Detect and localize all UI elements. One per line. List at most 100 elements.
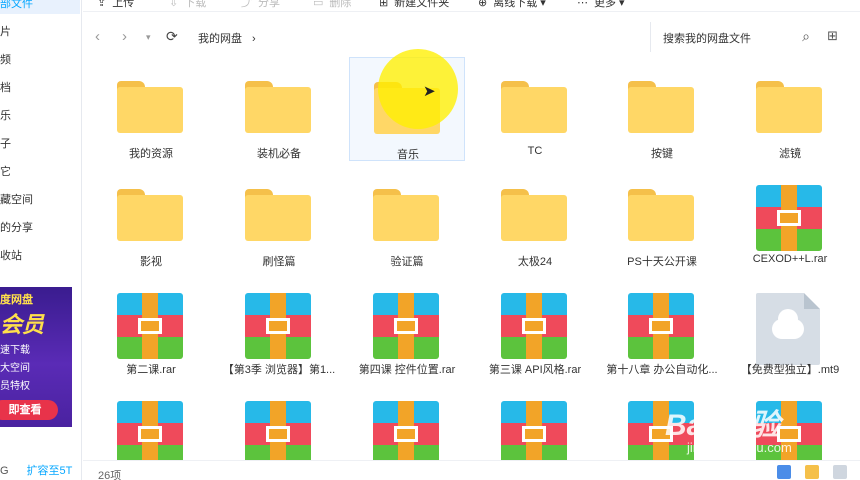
file-item[interactable]: 【第3季 浏览器】第1... (221, 273, 337, 377)
folder-icon (245, 185, 311, 251)
cloud-file-icon (756, 293, 822, 365)
file-name: PS十天公开课 (627, 256, 697, 268)
file-name: 我的资源 (129, 148, 173, 160)
new-folder-button[interactable]: ⊞ 新建文件夹 (379, 0, 449, 10)
sidebar-item-images[interactable]: 片 (0, 22, 80, 42)
file-name: 第三课 API风格.rar (488, 364, 582, 376)
globe-icon: ⊕ (478, 0, 488, 9)
file-item[interactable]: 第二课.rar (93, 273, 209, 377)
banner-view-button[interactable]: 即查看 (0, 400, 58, 420)
sidebar-item-recycle-bin[interactable]: 收站 (0, 246, 80, 266)
folder-icon (628, 77, 694, 143)
vip-promo-banner[interactable]: 度网盘 会员 速下载 大空间 员特权 即查看 (0, 287, 72, 427)
breadcrumb-root[interactable]: 我的网盘 (198, 33, 242, 45)
file-name: 【免费型独立】.mt9 (740, 364, 840, 376)
search-box[interactable]: 搜索我的网盘文件 ⌕ ⊞ (650, 22, 840, 52)
file-item[interactable] (604, 381, 720, 460)
sidebar-item-videos[interactable]: 频 (0, 50, 80, 70)
breadcrumb-chevron-icon[interactable]: › (252, 33, 256, 45)
banner-brand: 度网盘 (0, 294, 33, 306)
file-name: CEXOD++L.rar (752, 253, 828, 265)
sidebar-item-documents[interactable]: 档 (0, 78, 80, 98)
folder-icon (373, 185, 439, 251)
banner-title: 会员 (0, 312, 45, 337)
transfer-icon[interactable] (805, 465, 819, 479)
view-toggle-icon[interactable]: ⊞ (827, 28, 838, 44)
folder-item[interactable]: 滤镜 (732, 57, 848, 161)
rar-archive-icon (628, 401, 694, 460)
grid-view-icon[interactable] (777, 465, 791, 479)
file-item[interactable]: 第三课 API风格.rar (477, 273, 593, 377)
folder-item[interactable]: 装机必备 (221, 57, 337, 161)
upload-button[interactable]: ⇪ 上传 (97, 0, 134, 10)
sidebar-item-music[interactable]: 乐 (0, 106, 80, 126)
file-item[interactable]: 第四课 控件位置.rar (349, 273, 465, 377)
back-arrow-icon[interactable]: ‹ (95, 28, 100, 45)
folder-item[interactable]: 按键 (604, 57, 720, 161)
upload-icon: ⇪ (97, 0, 107, 9)
folder-item[interactable]: 刷怪篇 (221, 165, 337, 269)
file-grid: 我的资源 装机必备 音乐 TC 按键 滤镜影视 刷怪篇 验证篇 太极24 PS十天公开课 CEXOD… (83, 54, 860, 460)
file-item[interactable]: 【免费型独立】.mt9 (732, 273, 848, 377)
file-item[interactable] (732, 381, 848, 460)
folder-item[interactable]: TC (477, 57, 593, 161)
file-item[interactable]: CEXOD++L.rar (732, 165, 848, 269)
offline-download-button[interactable]: ⊕ 离线下载 ▾ (478, 0, 546, 10)
rar-archive-icon (245, 293, 311, 359)
netdisk-window: 部文件 片 频 档 乐 子 它 藏空间 的分享 收站 度网盘 会员 速下载 大空… (0, 0, 860, 480)
new-folder-label: 新建文件夹 (394, 0, 450, 9)
rar-archive-icon (373, 401, 439, 460)
file-item[interactable]: 第十八章 办公自动化... (604, 273, 720, 377)
banner-line-speed: 速下载 (0, 345, 30, 356)
folder-item[interactable]: 我的资源 (93, 57, 209, 161)
sidebar-item-my-share[interactable]: 的分享 (0, 218, 80, 238)
upload-label: 上传 (112, 0, 135, 9)
file-item[interactable] (221, 381, 337, 460)
more-button[interactable]: ⋯ 更多 ▾ (577, 0, 625, 10)
download-button[interactable]: ⇩ 下载 (169, 0, 206, 10)
expand-storage-link[interactable]: 扩容至5T (27, 465, 73, 477)
offline-download-label: 离线下载 (493, 0, 538, 9)
file-name: 【第3季 浏览器】第1... (222, 364, 336, 376)
rar-archive-icon (117, 293, 183, 359)
sidebar-item-torrents[interactable]: 子 (0, 134, 80, 154)
rar-archive-icon (756, 185, 822, 251)
folder-item[interactable]: 影视 (93, 165, 209, 269)
rar-archive-icon (628, 293, 694, 359)
new-folder-icon: ⊞ (379, 0, 389, 9)
file-item[interactable] (93, 381, 209, 460)
file-name: 第四课 控件位置.rar (358, 364, 456, 376)
delete-button[interactable]: ▭ 删除 (313, 0, 351, 10)
folder-icon (117, 185, 183, 251)
folder-item[interactable]: 太极24 (477, 165, 593, 269)
sidebar: 部文件 片 频 档 乐 子 它 藏空间 的分享 收站 度网盘 会员 速下载 大空… (0, 0, 82, 480)
history-dropdown-icon[interactable]: ▾ (146, 32, 151, 43)
sidebar-item-all-files[interactable]: 部文件 (0, 0, 80, 14)
file-name: 太极24 (517, 256, 553, 268)
sidebar-item-other[interactable]: 它 (0, 162, 80, 182)
delete-label: 删除 (329, 0, 352, 9)
file-name: 第二课.rar (126, 364, 176, 376)
folder-item[interactable]: 验证篇 (349, 165, 465, 269)
search-input[interactable]: 搜索我的网盘文件 (663, 30, 751, 46)
folder-icon (501, 77, 567, 143)
sidebar-item-hidden-space[interactable]: 藏空间 (0, 190, 80, 210)
more-label: 更多 (594, 0, 616, 9)
folder-icon (245, 77, 311, 143)
search-icon[interactable]: ⌕ (802, 28, 810, 45)
list-view-icon[interactable] (833, 465, 847, 479)
breadcrumb[interactable]: 我的网盘 › (198, 30, 256, 46)
folder-item[interactable]: PS十天公开课 (604, 165, 720, 269)
file-name: 滤镜 (779, 148, 801, 160)
file-name: TC (527, 145, 543, 157)
file-item[interactable] (349, 381, 465, 460)
share-button[interactable]: ⤴ 分享 (241, 0, 280, 10)
forward-arrow-icon[interactable]: › (122, 28, 127, 45)
folder-item[interactable]: 音乐 (349, 57, 465, 161)
folder-icon (501, 185, 567, 251)
refresh-icon[interactable]: ⟳ (166, 28, 178, 45)
rar-archive-icon (117, 401, 183, 460)
storage-info: G 扩容至5T (0, 462, 72, 478)
file-name: 影视 (140, 256, 162, 268)
file-item[interactable] (477, 381, 593, 460)
